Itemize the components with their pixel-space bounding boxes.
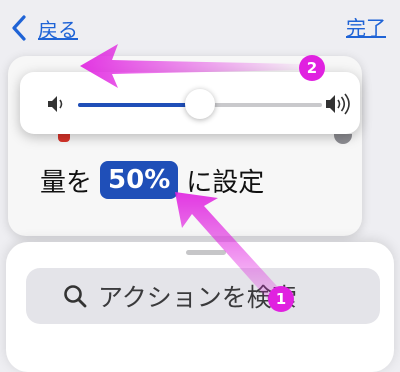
search-icon xyxy=(64,285,87,308)
action-suffix: に設定 xyxy=(186,167,265,198)
search-placeholder: アクションを検索 xyxy=(98,283,297,312)
hidden-row-peek xyxy=(58,134,358,146)
back-label: 戻る xyxy=(38,17,78,42)
volume-slider-fill xyxy=(78,103,200,107)
annotation-marker-1: 1 xyxy=(268,286,294,312)
volume-slider-popover xyxy=(20,72,360,134)
search-input[interactable]: アクションを検索 xyxy=(26,268,380,324)
annotation-marker-2: 2 xyxy=(299,55,325,81)
sheet-grabber[interactable] xyxy=(186,250,226,255)
done-button[interactable]: 完了 xyxy=(346,12,386,41)
volume-percent-token[interactable]: 50% xyxy=(100,161,179,199)
red-badge xyxy=(58,134,70,142)
grey-badge xyxy=(334,134,352,144)
action-search-sheet: アクションを検索 xyxy=(6,242,394,372)
speaker-low-icon xyxy=(48,96,63,112)
chevron-left-icon xyxy=(12,15,26,41)
back-button[interactable]: 戻る xyxy=(10,10,78,46)
set-volume-action: 量を 50% に設定 xyxy=(40,160,264,200)
volume-slider-thumb[interactable] xyxy=(185,89,215,119)
speaker-high-icon xyxy=(326,93,350,115)
action-prefix: 量を xyxy=(40,167,93,198)
volume-slider[interactable] xyxy=(78,89,322,119)
